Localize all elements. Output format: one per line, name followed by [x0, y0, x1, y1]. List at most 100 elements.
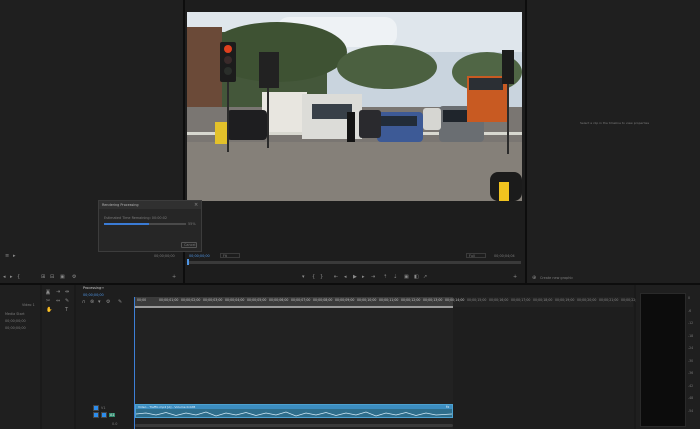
- snap-icon[interactable]: ∩: [82, 299, 86, 305]
- track-select-icon[interactable]: ⇥: [56, 289, 60, 295]
- step-forward-icon[interactable]: ▸: [362, 274, 365, 280]
- step-back-small-icon[interactable]: ◂: [3, 274, 6, 280]
- ruler-label: 00;00;09;00: [335, 298, 355, 302]
- audio-clip-label: Video - Traffic.mp4 [A] - Volume:0.0dB: [138, 405, 196, 409]
- program-timecode-right: 00;00;04;04: [494, 254, 515, 258]
- list-view-icon[interactable]: ≡: [5, 253, 9, 259]
- dialog-title: Rendering Processing: [102, 203, 139, 207]
- progress-fill: [104, 223, 150, 225]
- extract-icon[interactable]: ⇣: [393, 274, 397, 280]
- ruler-label: 00;00;07;00: [291, 298, 311, 302]
- program-scrub-bar[interactable]: [188, 261, 521, 264]
- step-back-icon[interactable]: ◂: [344, 274, 347, 280]
- ruler-label: 00;00;01;00: [159, 298, 179, 302]
- selection-tool-icon[interactable]: ▲: [46, 289, 50, 295]
- inspector-panel: [527, 0, 700, 283]
- ruler-label: 00;00;03;00: [203, 298, 223, 302]
- meter-scale-label: -42: [688, 383, 694, 388]
- graphic-icon[interactable]: ⊕: [532, 275, 536, 281]
- program-timecode-left[interactable]: 00;00;00;00: [189, 254, 210, 258]
- add-small-icon[interactable]: +: [172, 274, 176, 280]
- razor-tool-icon[interactable]: ✂: [46, 298, 50, 304]
- ruler-label: 00;00;06;00: [269, 298, 289, 302]
- cancel-label: Cancel: [184, 243, 196, 247]
- slip-tool-icon[interactable]: ⇔: [56, 298, 60, 304]
- a1-label: A1: [109, 413, 116, 417]
- insert-icon[interactable]: ⊞: [41, 274, 45, 280]
- v1-label: V1: [101, 406, 106, 410]
- close-icon[interactable]: ×: [194, 202, 198, 208]
- step-forward-small-icon[interactable]: ▸: [10, 274, 13, 280]
- hand-tool-icon[interactable]: ✋: [46, 307, 52, 313]
- ruler-label: 00;00;17;00: [511, 298, 531, 302]
- add-marker-icon[interactable]: ▾: [98, 299, 101, 305]
- playhead-timecode[interactable]: 00;00;00;00: [83, 293, 104, 297]
- meter-scale-label: -36: [688, 371, 694, 375]
- ruler-label: 00;00;19;00: [555, 298, 575, 302]
- camera-icon[interactable]: ▣: [404, 274, 409, 280]
- meter-scale-label: -12: [688, 321, 694, 325]
- overwrite-icon[interactable]: ⊟: [50, 274, 54, 280]
- audio-clip[interactable]: Video - Traffic.mp4 [A] - Volume:0.0dB f…: [135, 404, 453, 418]
- ruler-label: 00;00;14;00: [445, 298, 465, 302]
- meter-scale-label: 0: [688, 296, 691, 300]
- inspector-empty-message: Select a clip in the timeline to view pr…: [580, 121, 650, 125]
- ruler-label: 00;00: [137, 298, 147, 302]
- meter-scale-label: -30: [688, 358, 694, 363]
- camera-small-icon[interactable]: ▣: [60, 274, 65, 280]
- meter-scale-label: -54: [688, 408, 694, 413]
- type-tool-icon[interactable]: T: [65, 307, 68, 313]
- playhead-marker[interactable]: [187, 259, 189, 265]
- project-row-4[interactable]: 00;00;00;00: [5, 326, 26, 330]
- resolution-dropdown[interactable]: Full: [466, 253, 486, 258]
- mark-out-icon[interactable]: }: [320, 274, 323, 280]
- project-row-2[interactable]: Media Start: [5, 312, 25, 316]
- ruler-label: 00;00;20;00: [577, 298, 597, 302]
- cancel-button[interactable]: Cancel: [181, 242, 197, 248]
- export-frame-icon[interactable]: ↗: [423, 274, 427, 280]
- settings-small-icon[interactable]: ⚙: [72, 274, 76, 280]
- play-small-icon[interactable]: ▸: [13, 253, 16, 259]
- ruler-label: 00;00;12;00: [401, 298, 421, 302]
- zoom-fit-dropdown[interactable]: Fit: [220, 253, 240, 258]
- pen-tool-icon[interactable]: ✎: [65, 298, 69, 304]
- progress-percent: 55%: [188, 222, 196, 226]
- zoom-fit-label: Fit: [223, 254, 227, 258]
- timeline-scrollbar[interactable]: [135, 424, 453, 427]
- estimate-label: Estimated Time Remaining: 00:00:02: [104, 216, 168, 220]
- mix-level: 0.0: [112, 422, 118, 426]
- linked-selection-icon[interactable]: ⊗: [90, 299, 94, 305]
- program-video-frame[interactable]: [187, 12, 522, 201]
- a1-target[interactable]: [101, 412, 107, 418]
- comparison-icon[interactable]: ◧: [414, 274, 419, 280]
- timeline-settings-icon[interactable]: ⚙: [106, 299, 110, 305]
- audio-waveform: [136, 411, 452, 417]
- meter-scale-label: -24: [688, 346, 694, 350]
- meter-scale-label: -18: [688, 333, 694, 338]
- project-row-1[interactable]: Video 1: [22, 303, 35, 307]
- add-button-icon[interactable]: +: [513, 274, 517, 280]
- create-graphic-label[interactable]: Create new graphic: [540, 276, 573, 280]
- go-to-out-icon[interactable]: ⇥: [371, 274, 375, 280]
- ruler-label: 00;00;21;00: [599, 298, 619, 302]
- ruler-label: 00;00;13;00: [423, 298, 443, 302]
- tab-menu-icon[interactable]: ≡: [101, 285, 104, 291]
- ruler-label: 00;00;08;00: [313, 298, 333, 302]
- project-row-3[interactable]: 00;00;00;00: [5, 319, 26, 323]
- source-timecode: 00;00;00;00: [154, 254, 175, 258]
- progress-track: [104, 223, 186, 225]
- v1-toggle[interactable]: [93, 405, 99, 411]
- marker-icon[interactable]: ▾: [302, 274, 305, 280]
- resolution-label: Full: [469, 254, 475, 258]
- play-icon[interactable]: ▶: [353, 274, 357, 280]
- ripple-edit-icon[interactable]: ⇹: [65, 289, 69, 295]
- ruler-label: 00;00;18;00: [533, 298, 553, 302]
- lift-icon[interactable]: ⇡: [383, 274, 387, 280]
- wrench-icon[interactable]: ✎: [118, 299, 122, 305]
- mark-small-icon[interactable]: {: [17, 274, 20, 280]
- mark-in-icon[interactable]: {: [312, 274, 315, 280]
- ruler-label: 00;00;15;00: [467, 298, 487, 302]
- a1-toggle[interactable]: [93, 412, 99, 418]
- go-to-in-icon[interactable]: ⇤: [334, 274, 338, 280]
- timeline-tab[interactable]: Processing: [83, 286, 101, 290]
